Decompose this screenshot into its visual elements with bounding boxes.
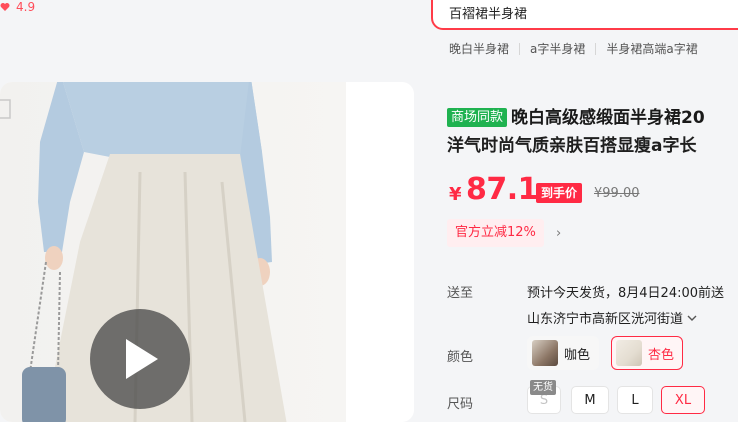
color-option-label: 杏色 — [648, 347, 675, 363]
product-title-line1: 商场同款 晚白高级感缎面半身裙20 — [447, 104, 738, 132]
size-option-label: M — [584, 392, 596, 408]
out-of-stock-badge: 无货 — [530, 380, 556, 395]
color-label: 颜色 — [447, 350, 474, 365]
size-label: 尺码 — [447, 397, 474, 412]
color-option-coffee[interactable]: 咖色 — [527, 336, 600, 370]
product-photo[interactable] — [0, 82, 346, 422]
final-price-tag: 到手价 — [536, 183, 583, 203]
hot-search-list: 晚白半身裙 a字半身裙 半身裙高端a字裙 — [449, 40, 708, 57]
size-option-xl[interactable]: XL — [661, 386, 705, 414]
color-thumbnail — [616, 340, 642, 366]
search-input[interactable]: 百褶裙半身裙 — [431, 0, 738, 30]
product-gallery — [0, 82, 414, 422]
mall-badge: 商场同款 — [447, 108, 508, 127]
chevron-right-icon[interactable]: › — [556, 226, 561, 241]
product-title-line2: 洋气时尚气质亲肤百搭显瘦a字长 — [447, 136, 697, 156]
delivery-label: 送至 — [447, 286, 474, 301]
play-icon — [126, 339, 158, 379]
address-selector[interactable]: 山东济宁市高新区洸河街道 — [527, 308, 697, 327]
rating-score: 4.9 — [16, 0, 36, 14]
size-option-label: XL — [674, 392, 692, 408]
discount-badge[interactable]: 官方立减12% — [447, 219, 544, 247]
hot-search-item[interactable]: 晚白半身裙 — [449, 40, 519, 57]
search-value: 百褶裙半身裙 — [449, 7, 528, 22]
size-option-l[interactable]: L — [617, 386, 653, 414]
price-value: 87.1 — [466, 172, 539, 207]
heart-icon — [0, 3, 10, 11]
color-thumbnail — [532, 340, 558, 366]
color-option-label: 咖色 — [564, 347, 591, 363]
chevron-down-icon — [687, 315, 697, 321]
hot-search-item[interactable]: a字半身裙 — [520, 40, 595, 57]
product-title-text: 晚白高级感缎面半身裙20 — [511, 108, 705, 128]
original-price: ¥99.00 — [594, 186, 640, 201]
rating: 4.9 — [0, 0, 35, 16]
delivery-address: 山东济宁市高新区洸河街道 — [527, 312, 684, 327]
size-option-m[interactable]: M — [571, 386, 609, 414]
price-currency: ¥ — [449, 184, 462, 205]
shipping-estimate: 预计今天发货，8月4日24:00前送 — [527, 286, 725, 301]
play-button[interactable] — [90, 309, 190, 409]
size-option-label: L — [631, 392, 639, 408]
hot-search-item[interactable]: 半身裙高端a字裙 — [596, 40, 707, 57]
color-option-apricot[interactable]: 杏色 — [611, 336, 684, 370]
